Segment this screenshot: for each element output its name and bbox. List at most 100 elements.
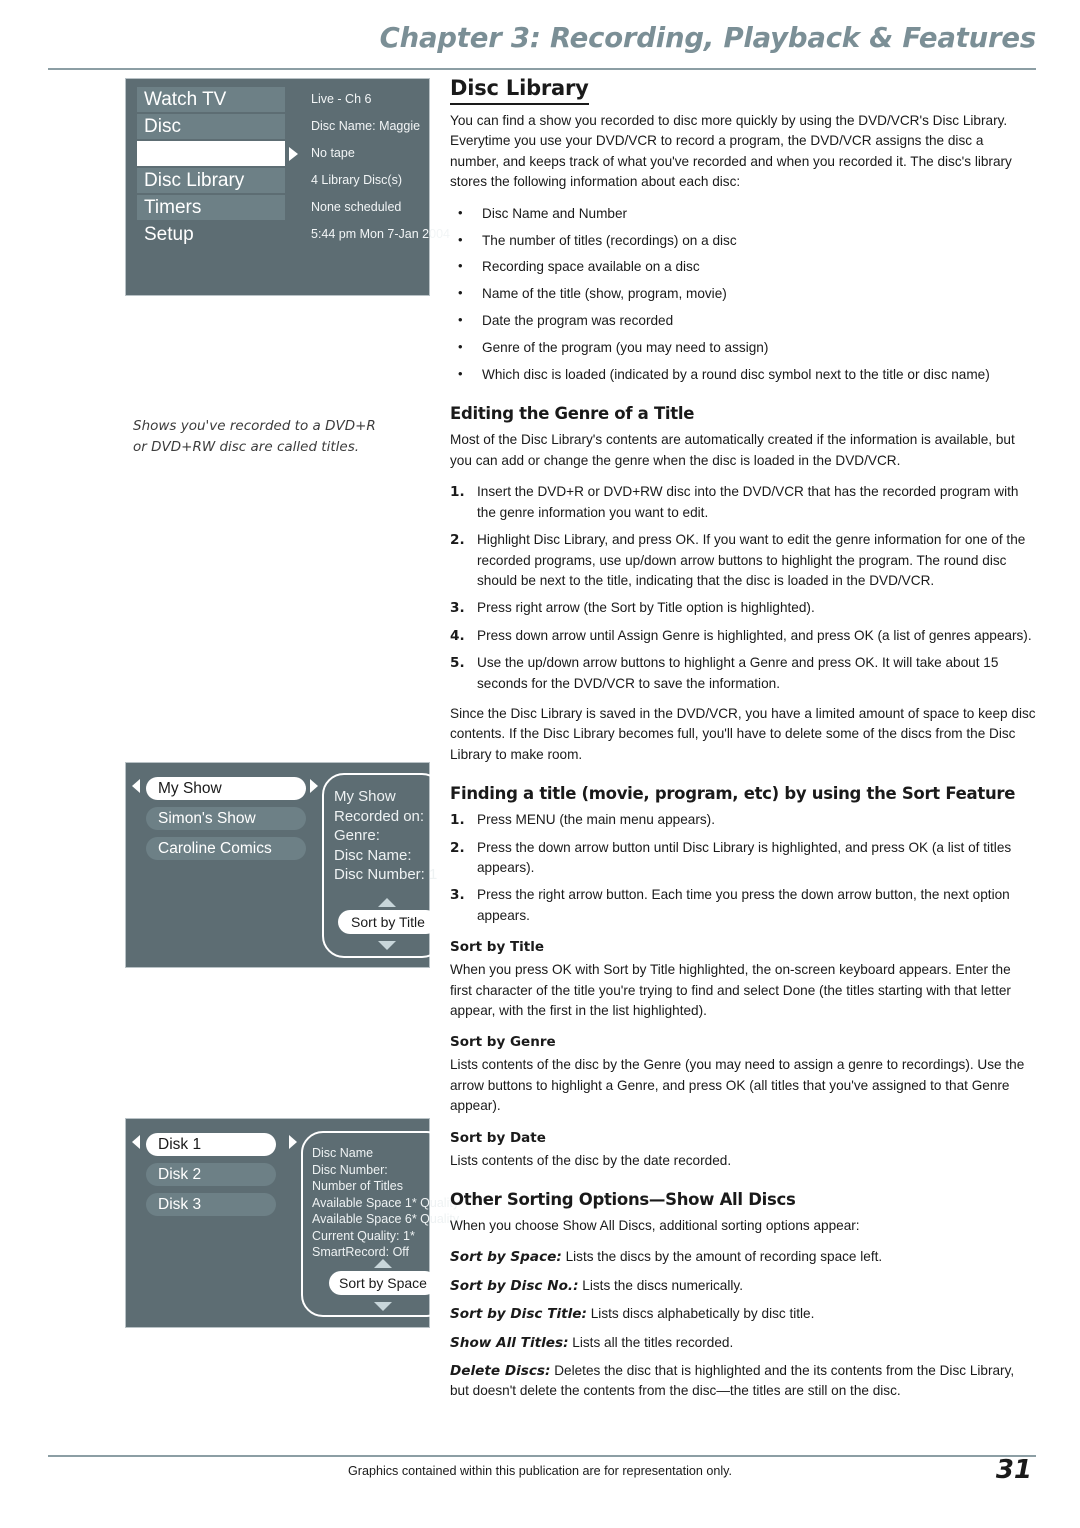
- list-item: 5. Use the up/down arrow buttons to high…: [450, 653, 1036, 694]
- definition-term: Show All Titles:: [450, 1334, 569, 1351]
- main-menu-row[interactable]: Disc Disc Name: Maggie: [126, 114, 429, 141]
- detail-line: Disc Number:: [312, 1162, 388, 1177]
- list-item: Which disc is loaded (indicated by a rou…: [450, 364, 1036, 385]
- menu-value-disc: Disc Name: Maggie: [311, 119, 421, 133]
- main-menu-screenshot: Watch TV Live - Ch 6 Disc Disc Name: Mag…: [125, 78, 450, 296]
- step-text: Highlight Disc Library, and press OK. If…: [477, 532, 1026, 588]
- step-text: Press MENU (the main menu appears).: [477, 812, 715, 828]
- definition-sort-by-disc-title: Sort by Disc Title: Lists discs alphabet…: [450, 1304, 1036, 1324]
- menu-item-watch-tv[interactable]: Watch TV: [137, 87, 285, 112]
- list-item: Genre of the program (you may need to as…: [450, 337, 1036, 358]
- list-item-my-show[interactable]: My Show: [146, 777, 306, 800]
- menu-item-disc-library[interactable]: Disc Library: [137, 168, 285, 193]
- heading-sort-by-title: Sort by Title: [450, 939, 545, 956]
- list-item-caroline-comics[interactable]: Caroline Comics: [146, 837, 306, 860]
- step-number: 2.: [450, 532, 465, 549]
- editing-genre-intro: Most of the Disc Library's contents are …: [450, 432, 1015, 468]
- detail-line: Disc Name: [312, 1146, 374, 1160]
- heading-sort-by-date: Sort by Date: [450, 1129, 546, 1146]
- detail-line: Available Space 1* Quality: [312, 1195, 460, 1210]
- editing-genre-steps: 1. Insert the DVD+R or DVD+RW disc into …: [450, 482, 1036, 694]
- menu-item-selected-blank[interactable]: [137, 141, 285, 166]
- disc-detail-lines: Disc Name Disc Number: Number of Titles …: [303, 1133, 460, 1261]
- title-list-screenshot: My Show Simon's Show Caroline Comics My …: [125, 762, 444, 968]
- list-item: 2. Highlight Disc Library, and press OK.…: [450, 530, 1036, 591]
- page-title: Disc Library: [450, 76, 589, 105]
- sort-by-date-text: Lists contents of the disc by the date r…: [450, 1152, 732, 1168]
- disc-detail-panel: Disc Name Disc Number: Number of Titles …: [301, 1131, 460, 1317]
- detail-line: Number of Titles: [312, 1179, 404, 1193]
- step-text: Press the down arrow button until Disc L…: [477, 839, 1012, 875]
- main-menu-row[interactable]: No tape: [126, 141, 429, 168]
- caret-down-icon[interactable]: [374, 1302, 392, 1311]
- step-number: 3.: [450, 887, 465, 904]
- caret-up-icon[interactable]: [374, 1259, 392, 1268]
- list-item: 1. Insert the DVD+R or DVD+RW disc into …: [450, 482, 1036, 523]
- menu-item-timers[interactable]: Timers: [137, 195, 285, 220]
- definition-delete-discs: Delete Discs: Deletes the disc that is h…: [450, 1361, 1036, 1402]
- step-text: Insert the DVD+R or DVD+RW disc into the…: [477, 484, 1019, 520]
- footer-note: Graphics contained within this publicati…: [347, 1464, 733, 1478]
- main-content-column: Disc Library You can find a show you rec…: [450, 76, 1036, 1410]
- main-menu-row[interactable]: Watch TV Live - Ch 6: [126, 87, 429, 114]
- list-item: 1. Press MENU (the main menu appears).: [450, 810, 1036, 830]
- list-item: 4. Press down arrow until Assign Genre i…: [450, 626, 1036, 646]
- page-number: 31: [995, 1455, 1032, 1485]
- list-item: Recording space available on a disc: [450, 256, 1036, 277]
- step-number: 4.: [450, 627, 465, 644]
- step-number: 3.: [450, 600, 465, 617]
- header-divider: [48, 68, 1036, 70]
- main-menu-row[interactable]: Timers None scheduled: [126, 195, 429, 222]
- main-menu-rows: Watch TV Live - Ch 6 Disc Disc Name: Mag…: [126, 79, 450, 249]
- list-item-disk-1[interactable]: Disk 1: [146, 1133, 276, 1156]
- heading-editing-genre: Editing the Genre of a Title: [450, 404, 695, 424]
- list-item: 2. Press the down arrow button until Dis…: [450, 838, 1036, 879]
- list-item: Disc Name and Number: [450, 203, 1036, 224]
- left-arrow-icon: [132, 779, 140, 793]
- list-item: Date the program was recorded: [450, 310, 1036, 331]
- other-sorting-definitions: Sort by Space: Lists the discs by the am…: [450, 1247, 1036, 1401]
- sort-by-title-text: When you press OK with Sort by Title hig…: [450, 962, 1011, 1018]
- footer-divider: [48, 1455, 1036, 1457]
- menu-value-datetime: 5:44 pm Mon 7-Jan 2004: [311, 227, 450, 241]
- definition-text: Lists discs alphabetically by disc title…: [586, 1306, 815, 1322]
- disc-list: Disk 1 Disk 2 Disk 3: [146, 1133, 276, 1223]
- right-arrow-icon: [289, 1135, 297, 1149]
- title-list: My Show Simon's Show Caroline Comics: [146, 777, 306, 867]
- caret-down-icon[interactable]: [378, 941, 396, 950]
- main-menu-row[interactable]: Setup 5:44 pm Mon 7-Jan 2004: [126, 222, 450, 249]
- page-header: Chapter 3: Recording, Playback & Feature…: [48, 22, 1036, 70]
- menu-value-disc-library: 4 Library Disc(s): [311, 173, 402, 187]
- title-detail-lines: My Show Recorded on: Genre: Disc Name: D…: [324, 775, 442, 885]
- sort-by-space-button[interactable]: Sort by Space: [329, 1271, 437, 1295]
- sort-feature-steps: 1. Press MENU (the main menu appears). 2…: [450, 810, 1036, 926]
- list-item: The number of titles (recordings) on a d…: [450, 230, 1036, 251]
- sort-by-title-button[interactable]: Sort by Title: [338, 910, 438, 934]
- list-item: 3. Press the right arrow button. Each ti…: [450, 885, 1036, 926]
- list-item: 3. Press right arrow (the Sort by Title …: [450, 598, 1036, 618]
- detail-line: Disc Name:: [334, 846, 412, 864]
- menu-value-watch-tv: Live - Ch 6: [311, 92, 372, 106]
- list-item: Name of the title (show, program, movie): [450, 283, 1036, 304]
- side-note: Shows you've recorded to a DVD+R or DVD+…: [133, 418, 376, 455]
- main-menu-row[interactable]: Disc Library 4 Library Disc(s): [126, 168, 429, 195]
- intro-paragraph: You can find a show you recorded to disc…: [450, 113, 1012, 190]
- menu-item-setup[interactable]: Setup: [137, 222, 285, 247]
- step-number: 2.: [450, 839, 465, 856]
- definition-term: Delete Discs:: [450, 1363, 551, 1380]
- disc-info-bullet-list: Disc Name and Number The number of title…: [450, 203, 1036, 386]
- detail-line: My Show: [334, 788, 396, 805]
- definition-text: Lists all the titles recorded.: [568, 1334, 734, 1350]
- step-text: Press right arrow (the Sort by Title opt…: [477, 600, 815, 616]
- title-detail-panel: My Show Recorded on: Genre: Disc Name: D…: [322, 773, 444, 958]
- menu-value-timers: None scheduled: [311, 200, 402, 214]
- menu-item-disc[interactable]: Disc: [137, 114, 285, 139]
- detail-line: Current Quality: 1*: [312, 1228, 415, 1243]
- list-item-disk-3[interactable]: Disk 3: [146, 1193, 276, 1216]
- list-item-disk-2[interactable]: Disk 2: [146, 1163, 276, 1186]
- caret-up-icon[interactable]: [378, 898, 396, 907]
- heading-sort-by-genre: Sort by Genre: [450, 1034, 556, 1051]
- definition-term: Sort by Disc No.:: [450, 1277, 579, 1294]
- list-item-simons-show[interactable]: Simon's Show: [146, 807, 306, 830]
- detail-line: Genre:: [334, 827, 380, 844]
